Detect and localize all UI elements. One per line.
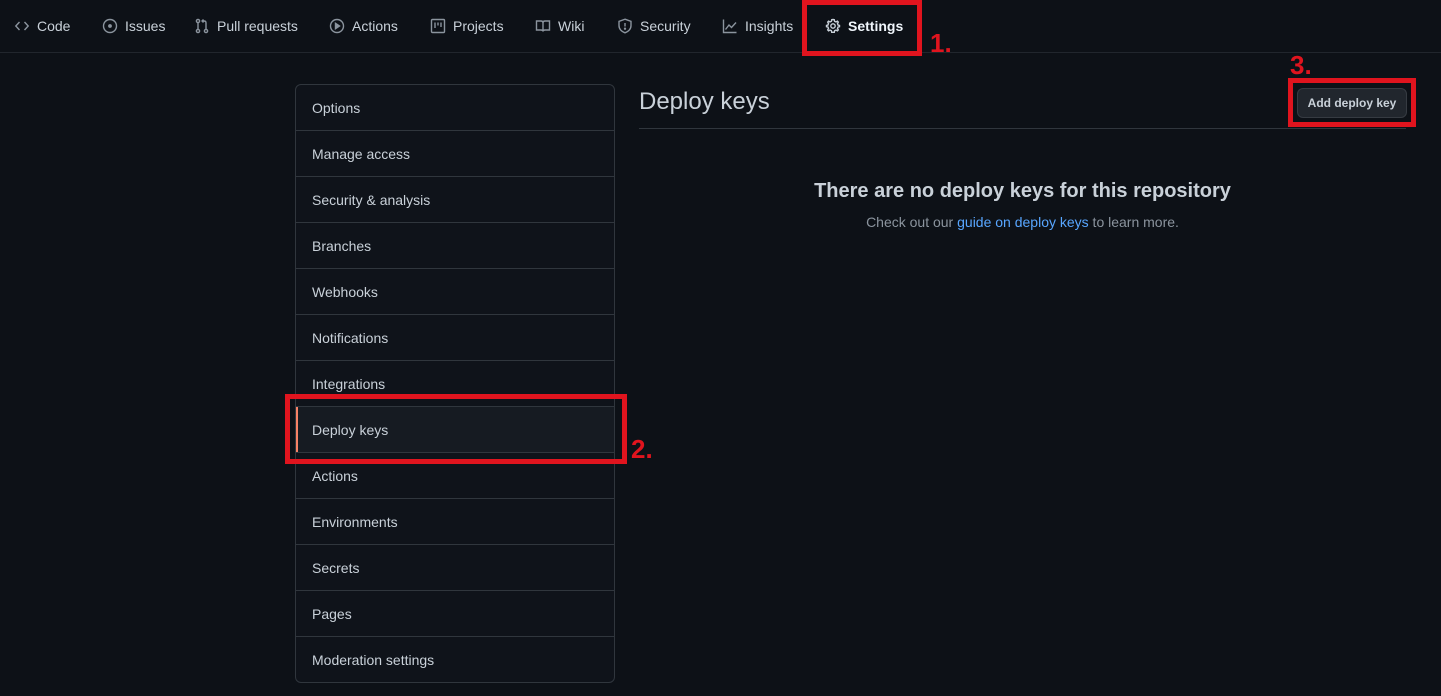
tab-label: Issues bbox=[125, 18, 166, 34]
tab-issues[interactable]: Issues bbox=[102, 0, 165, 52]
blankslate-suffix: to learn more. bbox=[1088, 214, 1179, 230]
code-icon bbox=[14, 21, 30, 31]
tab-actions[interactable]: Actions bbox=[329, 0, 398, 52]
sidebar-item-integrations[interactable]: Integrations bbox=[296, 360, 614, 406]
tab-pull-requests[interactable]: Pull requests bbox=[194, 0, 298, 52]
title-divider bbox=[639, 128, 1406, 129]
tab-wiki[interactable]: Wiki bbox=[535, 0, 584, 52]
annotation-step-3: 3. bbox=[1290, 50, 1312, 80]
sidebar-item-secrets[interactable]: Secrets bbox=[296, 544, 614, 590]
sidebar-item-security-analysis[interactable]: Security & analysis bbox=[296, 176, 614, 222]
blankslate-description: Check out our guide on deploy keys to le… bbox=[639, 214, 1406, 230]
repo-nav: Code Issues Pull requests Actions Projec… bbox=[0, 0, 1441, 53]
tab-label: Settings bbox=[848, 18, 904, 34]
sidebar-item-actions[interactable]: Actions bbox=[296, 452, 614, 498]
blankslate-prefix: Check out our bbox=[866, 214, 958, 230]
sidebar-item-manage-access[interactable]: Manage access bbox=[296, 130, 614, 176]
project-icon bbox=[430, 18, 446, 34]
sidebar-item-options[interactable]: Options bbox=[296, 85, 614, 130]
sidebar-item-notifications[interactable]: Notifications bbox=[296, 314, 614, 360]
tab-label: Actions bbox=[352, 18, 398, 34]
annotation-step-2: 2. bbox=[631, 434, 653, 464]
tab-label: Security bbox=[640, 18, 691, 34]
pull-request-icon bbox=[195, 18, 209, 34]
sidebar-item-deploy-keys[interactable]: Deploy keys bbox=[296, 406, 614, 452]
deploy-keys-guide-link[interactable]: guide on deploy keys bbox=[957, 214, 1089, 230]
shield-icon bbox=[618, 18, 632, 34]
tab-settings[interactable]: Settings bbox=[825, 0, 903, 52]
sidebar-item-moderation-settings[interactable]: Moderation settings bbox=[296, 636, 614, 682]
book-icon bbox=[535, 20, 551, 32]
sidebar-item-environments[interactable]: Environments bbox=[296, 498, 614, 544]
tab-label: Insights bbox=[745, 18, 794, 34]
gear-icon bbox=[825, 18, 841, 33]
settings-sidebar: Options Manage access Security & analysi… bbox=[295, 84, 615, 683]
blankslate-title: There are no deploy keys for this reposi… bbox=[814, 180, 1231, 202]
sidebar-item-branches[interactable]: Branches bbox=[296, 222, 614, 268]
tab-label: Projects bbox=[453, 18, 504, 34]
page-title: Deploy keys bbox=[639, 88, 770, 115]
tab-insights[interactable]: Insights bbox=[722, 0, 793, 52]
tab-label: Pull requests bbox=[217, 18, 298, 34]
tab-code[interactable]: Code bbox=[14, 0, 70, 52]
tab-security[interactable]: Security bbox=[617, 0, 691, 52]
play-icon bbox=[329, 18, 345, 34]
sidebar-item-webhooks[interactable]: Webhooks bbox=[296, 268, 614, 314]
tab-label: Code bbox=[37, 18, 71, 34]
sidebar-item-pages[interactable]: Pages bbox=[296, 590, 614, 636]
add-deploy-key-button[interactable]: Add deploy key bbox=[1297, 88, 1407, 118]
issue-icon bbox=[102, 18, 118, 34]
tab-label: Wiki bbox=[558, 18, 585, 34]
tab-projects[interactable]: Projects bbox=[430, 0, 504, 52]
graph-icon bbox=[722, 19, 737, 34]
